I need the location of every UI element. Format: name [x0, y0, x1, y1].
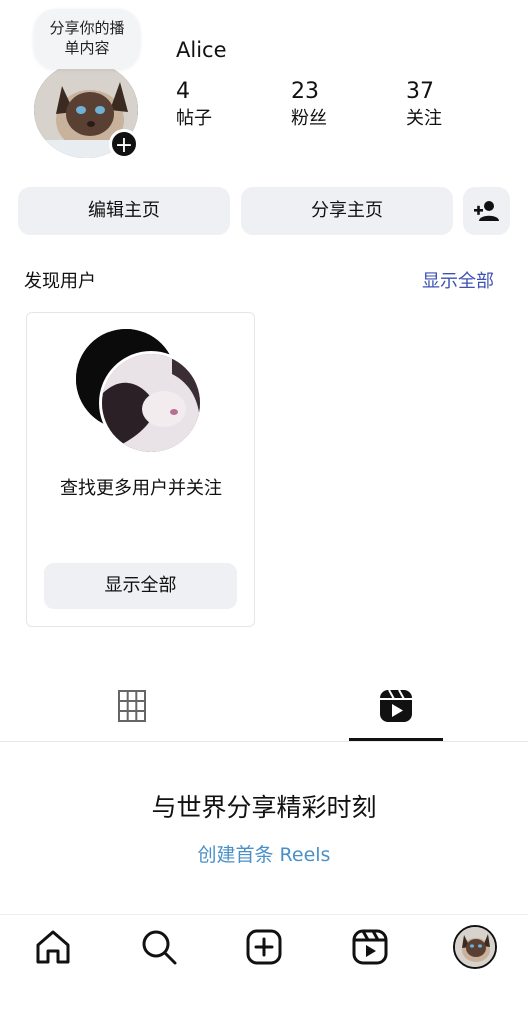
stat-posts-value: 4 [176, 79, 190, 104]
stat-followers[interactable]: 23 粉丝 [291, 78, 327, 132]
nav-create[interactable] [245, 928, 283, 966]
discover-card-text: 查找更多用户并关注 [60, 478, 222, 499]
nav-home[interactable] [34, 928, 72, 966]
stat-posts-label: 帖子 [176, 108, 212, 129]
empty-state-title: 与世界分享精彩时刻 [151, 793, 377, 822]
profile-avatar-icon [455, 927, 495, 967]
grid-icon [118, 690, 146, 722]
tab-grid[interactable] [118, 689, 146, 723]
stat-following[interactable]: 37 关注 [406, 78, 442, 132]
stat-following-label: 关注 [406, 108, 442, 129]
username: Alice [176, 38, 227, 62]
discover-card-show-all-button[interactable]: 显示全部 [44, 563, 237, 609]
note-bubble[interactable]: 分享你的播 单内容 [34, 9, 140, 69]
search-icon [142, 930, 177, 965]
stat-following-value: 37 [406, 79, 434, 104]
create-icon [246, 929, 282, 965]
stat-posts[interactable]: 4 帖子 [176, 78, 212, 132]
note-text-line2: 单内容 [64, 39, 110, 57]
stat-followers-label: 粉丝 [291, 108, 327, 129]
add-story-plus-icon[interactable]: + [109, 129, 139, 159]
nav-reels[interactable] [351, 928, 389, 966]
bottom-nav-divider [0, 914, 528, 915]
reels-nav-icon [352, 929, 388, 965]
tab-reels[interactable] [379, 689, 413, 723]
note-text-line1: 分享你的播 [49, 19, 125, 37]
home-icon [36, 930, 70, 964]
suggested-photo-2 [102, 354, 200, 452]
edit-profile-button[interactable]: 编辑主页 [18, 187, 230, 235]
add-person-icon [473, 201, 499, 221]
tab-divider [0, 741, 528, 742]
add-person-button[interactable] [463, 187, 510, 235]
share-profile-button[interactable]: 分享主页 [241, 187, 453, 235]
suggested-avatar-front [99, 351, 203, 455]
discover-show-all-link[interactable]: 显示全部 [422, 267, 494, 293]
stat-followers-value: 23 [291, 79, 319, 104]
reels-icon [380, 689, 412, 722]
discover-title: 发现用户 [24, 271, 96, 292]
nav-profile-avatar[interactable] [453, 925, 497, 969]
create-first-reel-link[interactable]: 创建首条 Reels [0, 840, 528, 867]
nav-search[interactable] [140, 928, 178, 966]
